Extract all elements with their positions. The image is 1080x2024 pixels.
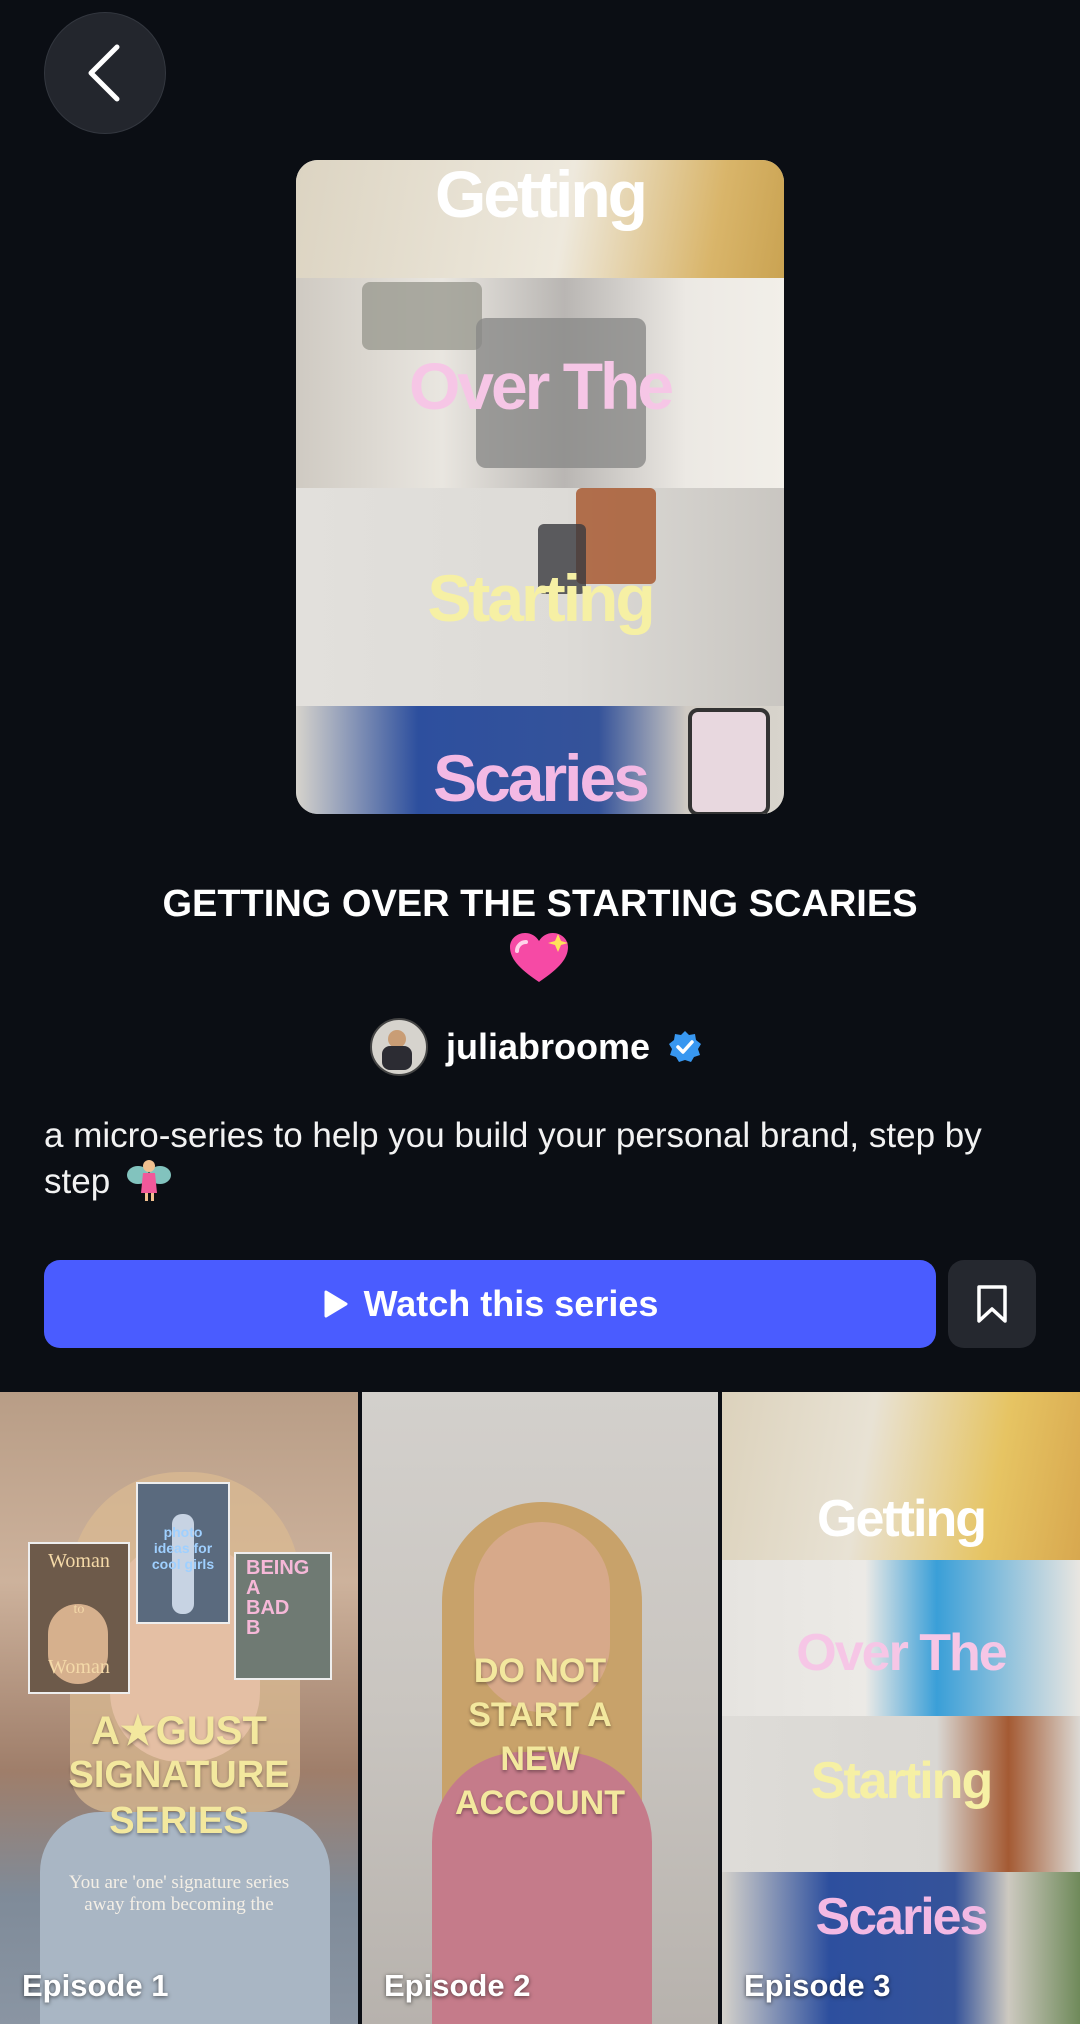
episode-overlay-text: Scaries [815, 1888, 988, 1946]
watch-series-label: Watch this series [363, 1283, 659, 1324]
collage-card: Woman to Woman [28, 1542, 130, 1694]
save-button[interactable] [948, 1260, 1036, 1348]
sparkling-heart-emoji [510, 933, 568, 982]
episode-overlay-text: DO NOT [473, 1652, 607, 1690]
episode-label: Episode 2 [384, 1968, 531, 2003]
series-description: a micro-series to help you build your pe… [44, 1114, 1004, 1203]
collage-card: photo ideas for cool girls [136, 1482, 230, 1624]
creator-row[interactable]: juliabroome [370, 1018, 702, 1076]
chevron-left-icon [88, 44, 120, 102]
bookmark-icon [977, 1285, 1007, 1323]
episodes-grid: Woman to Woman photo ideas for cool girl… [0, 1392, 1080, 2024]
episode-label: Episode 1 [22, 1968, 169, 2003]
avatar[interactable] [370, 1018, 428, 1076]
description-text: a micro-series to help you build your pe… [44, 1116, 982, 1201]
episode-subtext: You are 'one' signature series away from… [68, 1872, 290, 1915]
collage-text: Woman [48, 1656, 110, 1678]
episode-card[interactable]: Getting Over The Starting Scaries Episod… [722, 1392, 1080, 2024]
play-icon [324, 1290, 348, 1318]
back-button[interactable] [44, 12, 166, 134]
episode-overlay-text: NEW [500, 1740, 580, 1778]
verified-badge-icon [669, 1031, 702, 1062]
episode-overlay-text: Over The [796, 1624, 1007, 1682]
fairy-emoji [126, 1160, 171, 1201]
episode-overlay-text: SERIES [109, 1800, 249, 1842]
episode-overlay-text: SIGNATURE [68, 1754, 290, 1796]
episode-overlay-text: Getting [817, 1490, 987, 1548]
cover-title-word: Scaries [433, 741, 650, 814]
collage-text: BEING A BAD B [246, 1557, 310, 1639]
collage-text: to [73, 1602, 85, 1617]
episode-label: Episode 3 [744, 1968, 891, 2003]
collage-card: BEING A BAD B [234, 1552, 332, 1680]
series-cover-image[interactable]: Getting Over The Starting Scaries [296, 160, 784, 814]
series-title: GETTING OVER THE STARTING SCARIES [162, 883, 918, 925]
episode-overlay-text: Starting [810, 1752, 993, 1810]
cover-title-word: Starting [427, 561, 655, 635]
episode-overlay-text: ACCOUNT [455, 1784, 625, 1822]
collage-text: Woman [48, 1550, 110, 1572]
creator-username[interactable]: juliabroome [446, 1026, 650, 1068]
episode-overlay-text: START A [468, 1696, 612, 1734]
collage-text: photo ideas for cool girls [151, 1524, 215, 1572]
watch-series-button[interactable]: Watch this series [44, 1260, 936, 1348]
episode-card[interactable]: Woman to Woman photo ideas for cool girl… [0, 1392, 358, 2024]
cover-title-word: Over The [408, 349, 674, 423]
episode-overlay-text: A★GUST [91, 1709, 267, 1753]
episode-card[interactable]: DO NOT START A NEW ACCOUNT Episode 2 [362, 1392, 718, 2024]
cover-title-word: Getting [435, 160, 648, 231]
